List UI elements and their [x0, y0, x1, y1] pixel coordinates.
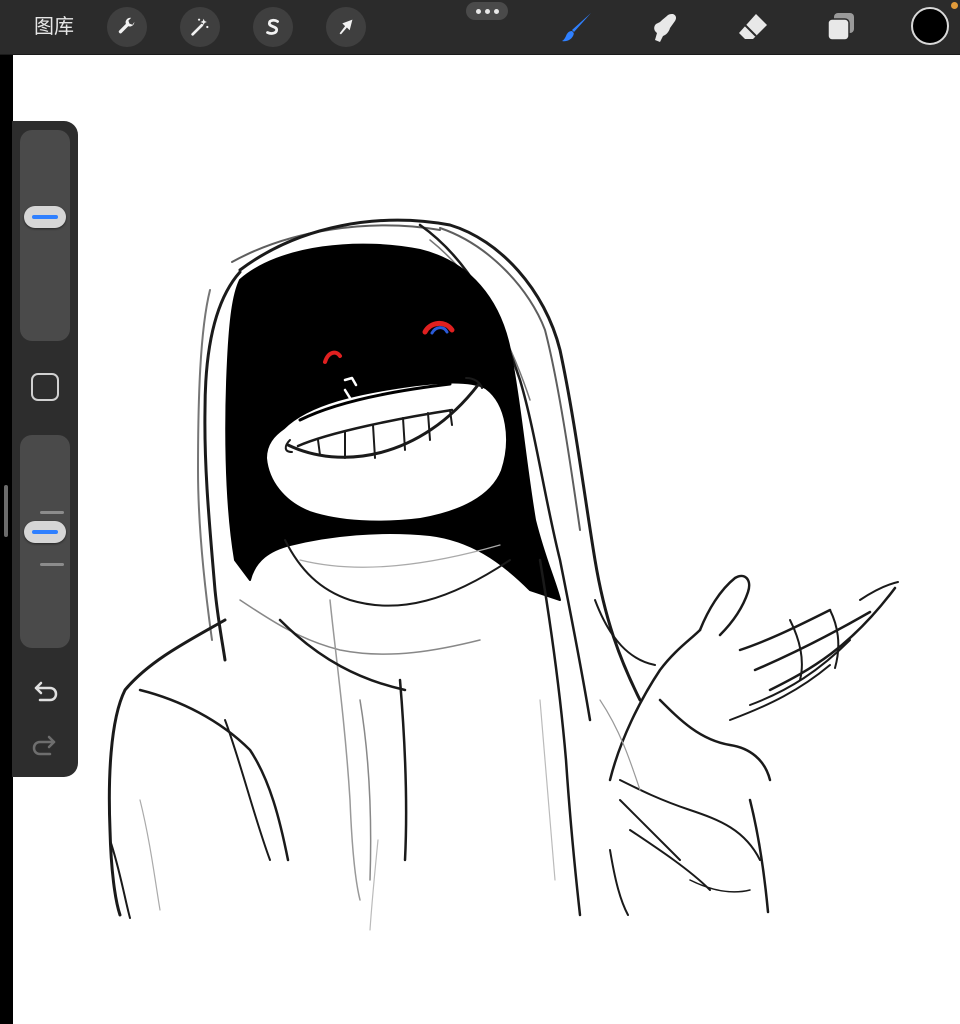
- ellipsis-icon: [475, 8, 481, 14]
- status-dot: [951, 2, 958, 9]
- selection-s-icon: [266, 18, 279, 35]
- selection-button[interactable]: [253, 7, 293, 47]
- magic-wand-icon: [191, 18, 209, 36]
- opacity-slider[interactable]: [20, 435, 70, 648]
- more-options-button[interactable]: [466, 2, 508, 20]
- opacity-tick: [40, 563, 64, 566]
- smudge-finger-icon: [654, 14, 677, 42]
- brush-size-slider[interactable]: [20, 130, 70, 341]
- wrench-icon: [118, 17, 135, 34]
- gallery-button[interactable]: 图库: [34, 13, 74, 39]
- brush-icon: [562, 13, 591, 42]
- opacity-tick: [40, 511, 64, 514]
- sketch-artwork: [107, 218, 899, 931]
- color-picker-button[interactable]: [911, 7, 949, 45]
- undo-icon[interactable]: [30, 678, 60, 704]
- adjustments-button[interactable]: [180, 7, 220, 47]
- eraser-tool-button[interactable]: [734, 8, 772, 46]
- opacity-knob[interactable]: [24, 521, 66, 544]
- smudge-tool-button[interactable]: [646, 8, 684, 46]
- layers-icon: [827, 13, 854, 41]
- transform-button[interactable]: [326, 7, 366, 47]
- drawing-canvas[interactable]: [13, 55, 960, 1024]
- layers-button[interactable]: [822, 8, 860, 46]
- modify-button[interactable]: [31, 373, 59, 401]
- brush-size-knob[interactable]: [24, 206, 66, 229]
- sidebar-drag-handle[interactable]: [4, 485, 8, 537]
- eraser-icon: [739, 14, 767, 39]
- actions-button[interactable]: [107, 7, 147, 47]
- brush-sidebar: [12, 121, 78, 777]
- redo-icon[interactable]: [30, 732, 60, 758]
- brush-tool-button[interactable]: [558, 8, 596, 46]
- procreate-app: 图库: [0, 0, 960, 1024]
- top-toolbar: 图库: [0, 0, 960, 55]
- arrow-cursor-icon: [339, 19, 353, 35]
